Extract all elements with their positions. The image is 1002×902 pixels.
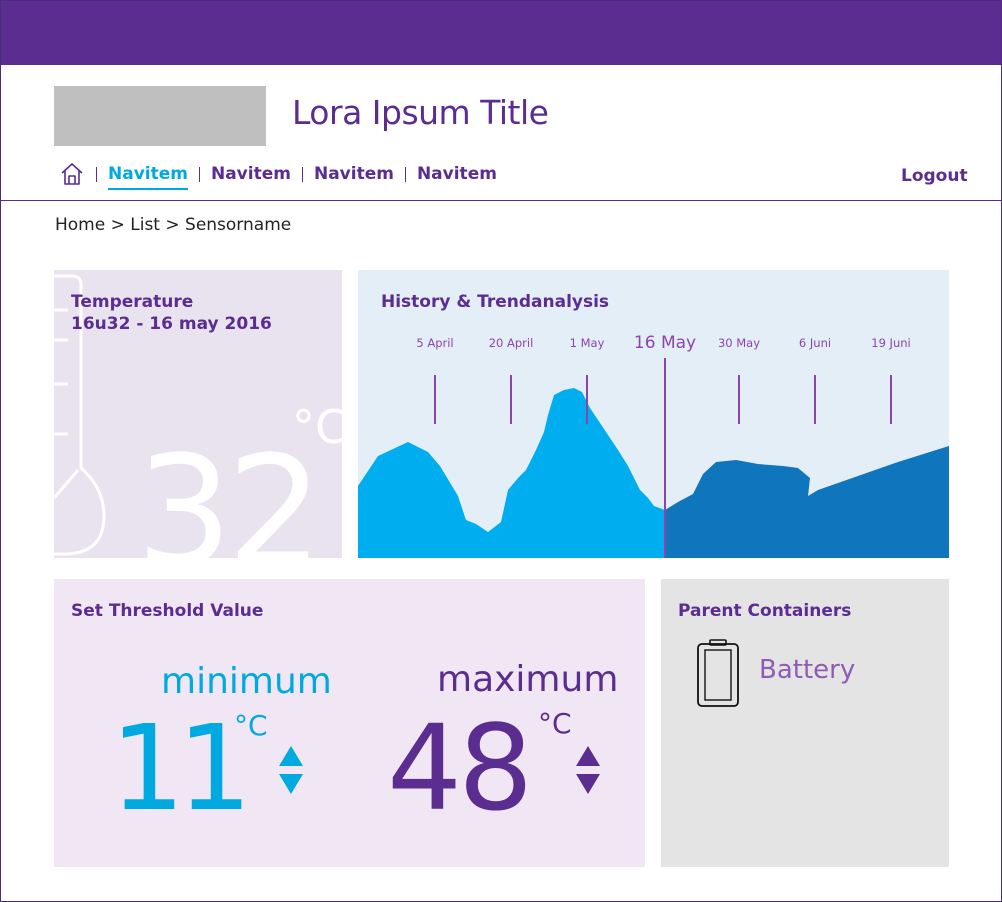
temperature-card: Temperature 16u32 - 16 may 2016 32 °C — [54, 270, 342, 558]
parent-item-battery[interactable]: Battery — [759, 655, 855, 685]
minimum-stepper[interactable] — [278, 745, 304, 795]
battery-icon[interactable] — [696, 639, 740, 707]
threshold-card: Set Threshold Value minimum maximum 11 °… — [54, 579, 645, 867]
header-divider — [1, 200, 1001, 201]
timeline-date-label[interactable]: 5 April — [416, 336, 453, 350]
nav-divider — [198, 166, 200, 182]
timeline-date-label[interactable]: 20 April — [489, 336, 534, 350]
nav-item-4[interactable]: Navitem — [417, 164, 497, 184]
main-nav: Navitem Navitem Navitem Navitem — [59, 159, 497, 190]
threshold-title: Set Threshold Value — [71, 601, 264, 621]
nav-divider — [96, 166, 97, 182]
page-title: Lora Ipsum Title — [292, 93, 549, 132]
timeline-date-label[interactable]: 30 May — [718, 336, 760, 350]
maximum-unit: °C — [538, 707, 572, 740]
parent-containers-title: Parent Containers — [678, 601, 852, 621]
minimum-decrease-icon[interactable] — [279, 774, 303, 794]
maximum-stepper[interactable] — [575, 745, 601, 795]
minimum-increase-icon[interactable] — [279, 746, 303, 766]
home-icon[interactable] — [59, 161, 85, 187]
timeline-date-label[interactable]: 1 May — [570, 336, 605, 350]
top-bar — [1, 1, 1001, 65]
temperature-title: Temperature — [71, 292, 194, 312]
parent-containers-card: Parent Containers Battery — [661, 579, 949, 867]
logo-placeholder[interactable] — [54, 86, 266, 146]
nav-divider — [404, 166, 406, 182]
app-window: Lora Ipsum Title Navitem Navitem Navitem… — [0, 0, 1002, 902]
minimum-value: 11 — [110, 699, 252, 837]
maximum-value: 48 — [387, 699, 533, 837]
nav-item-1[interactable]: Navitem — [108, 164, 188, 190]
temperature-unit: °C — [292, 400, 342, 454]
history-title: History & Trendanalysis — [381, 292, 610, 312]
logout-link[interactable]: Logout — [901, 166, 968, 186]
timeline-date-label[interactable]: 6 Juni — [799, 336, 831, 350]
maximum-label: maximum — [437, 659, 619, 700]
breadcrumb: Home > List > Sensorname — [55, 215, 292, 235]
trend-chart[interactable]: 5 April 20 April 1 May 16 May 30 May 6 Juni 19… — [358, 270, 949, 558]
temperature-value: 32 — [136, 423, 323, 559]
timeline-date-label[interactable]: 19 Juni — [871, 336, 910, 350]
nav-item-2[interactable]: Navitem — [211, 164, 291, 184]
history-card[interactable]: 5 April 20 April 1 May 16 May 30 May 6 Juni 19… — [358, 270, 949, 558]
nav-divider — [301, 166, 303, 182]
minimum-unit: °C — [234, 709, 268, 742]
current-date-label[interactable]: 16 May — [634, 333, 696, 353]
maximum-increase-icon[interactable] — [576, 746, 600, 766]
forecast-area — [665, 446, 949, 558]
temperature-timestamp: 16u32 - 16 may 2016 — [71, 314, 272, 334]
maximum-decrease-icon[interactable] — [576, 774, 600, 794]
minimum-label: minimum — [161, 661, 332, 702]
nav-item-3[interactable]: Navitem — [314, 164, 394, 184]
